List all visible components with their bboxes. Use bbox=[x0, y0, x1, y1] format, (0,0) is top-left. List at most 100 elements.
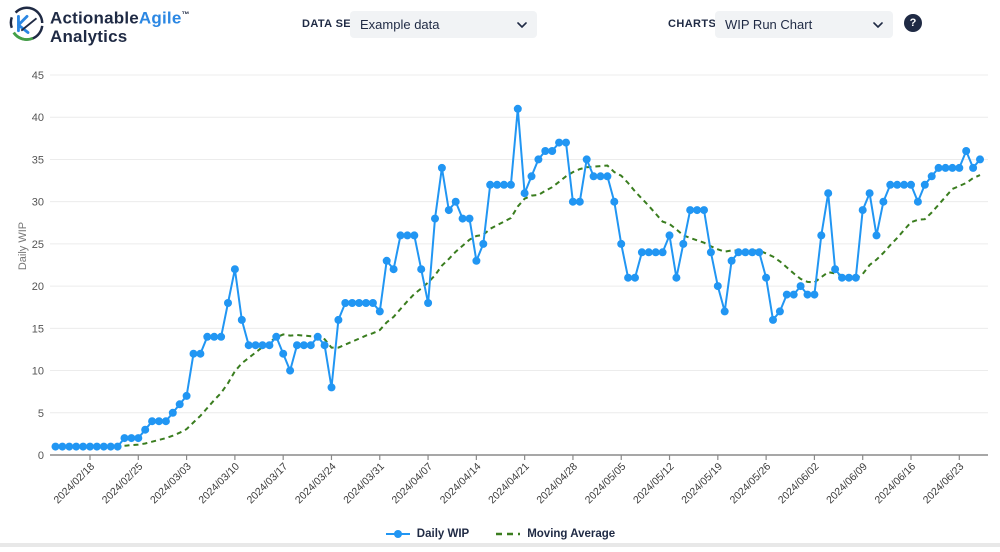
data-set-dropdown[interactable]: Example data bbox=[350, 11, 537, 38]
daily-wip-point[interactable] bbox=[224, 299, 232, 307]
daily-wip-point[interactable] bbox=[390, 265, 398, 273]
daily-wip-point[interactable] bbox=[259, 341, 267, 349]
daily-wip-point[interactable] bbox=[597, 172, 605, 180]
daily-wip-point[interactable] bbox=[196, 350, 204, 358]
daily-wip-point[interactable] bbox=[265, 341, 273, 349]
daily-wip-point[interactable] bbox=[659, 248, 667, 256]
daily-wip-point[interactable] bbox=[272, 333, 280, 341]
daily-wip-point[interactable] bbox=[100, 443, 108, 451]
daily-wip-points[interactable] bbox=[52, 105, 985, 451]
daily-wip-point[interactable] bbox=[914, 198, 922, 206]
daily-wip-point[interactable] bbox=[907, 181, 915, 189]
daily-wip-point[interactable] bbox=[279, 350, 287, 358]
daily-wip-point[interactable] bbox=[672, 274, 680, 282]
daily-wip-point[interactable] bbox=[928, 172, 936, 180]
daily-wip-point[interactable] bbox=[645, 248, 653, 256]
daily-wip-point[interactable] bbox=[314, 333, 322, 341]
daily-wip-point[interactable] bbox=[507, 181, 515, 189]
daily-wip-point[interactable] bbox=[127, 434, 135, 442]
daily-wip-point[interactable] bbox=[948, 164, 956, 172]
daily-wip-point[interactable] bbox=[845, 274, 853, 282]
daily-wip-point[interactable] bbox=[176, 400, 184, 408]
daily-wip-point[interactable] bbox=[107, 443, 115, 451]
daily-wip-point[interactable] bbox=[362, 299, 370, 307]
daily-wip-point[interactable] bbox=[762, 274, 770, 282]
daily-wip-point[interactable] bbox=[183, 392, 191, 400]
daily-wip-point[interactable] bbox=[376, 307, 384, 315]
daily-wip-point[interactable] bbox=[452, 198, 460, 206]
daily-wip-point[interactable] bbox=[962, 147, 970, 155]
daily-wip-point[interactable] bbox=[493, 181, 501, 189]
daily-wip-point[interactable] bbox=[410, 231, 418, 239]
daily-wip-point[interactable] bbox=[293, 341, 301, 349]
daily-wip-point[interactable] bbox=[976, 155, 984, 163]
daily-wip-point[interactable] bbox=[348, 299, 356, 307]
daily-wip-point[interactable] bbox=[873, 231, 881, 239]
daily-wip-point[interactable] bbox=[679, 240, 687, 248]
daily-wip-point[interactable] bbox=[797, 282, 805, 290]
daily-wip-point[interactable] bbox=[879, 198, 887, 206]
daily-wip-point[interactable] bbox=[893, 181, 901, 189]
daily-wip-point[interactable] bbox=[942, 164, 950, 172]
daily-wip-point[interactable] bbox=[617, 240, 625, 248]
daily-wip-point[interactable] bbox=[721, 307, 729, 315]
daily-wip-point[interactable] bbox=[817, 231, 825, 239]
daily-wip-point[interactable] bbox=[583, 155, 591, 163]
help-button[interactable]: ? bbox=[904, 14, 922, 32]
daily-wip-point[interactable] bbox=[169, 409, 177, 417]
daily-wip-point[interactable] bbox=[831, 265, 839, 273]
legend-item-daily-wip[interactable]: Daily WIP bbox=[385, 528, 469, 540]
daily-wip-point[interactable] bbox=[472, 257, 480, 265]
daily-wip-point[interactable] bbox=[65, 443, 73, 451]
daily-wip-point[interactable] bbox=[886, 181, 894, 189]
daily-wip-point[interactable] bbox=[252, 341, 260, 349]
daily-wip-point[interactable] bbox=[479, 240, 487, 248]
daily-wip-point[interactable] bbox=[838, 274, 846, 282]
daily-wip-point[interactable] bbox=[86, 443, 94, 451]
daily-wip-point[interactable] bbox=[700, 206, 708, 214]
daily-wip-point[interactable] bbox=[955, 164, 963, 172]
daily-wip-point[interactable] bbox=[58, 443, 66, 451]
daily-wip-point[interactable] bbox=[300, 341, 308, 349]
daily-wip-point[interactable] bbox=[93, 443, 101, 451]
daily-wip-point[interactable] bbox=[466, 215, 474, 223]
daily-wip-point[interactable] bbox=[403, 231, 411, 239]
daily-wip-point[interactable] bbox=[445, 206, 453, 214]
daily-wip-point[interactable] bbox=[134, 434, 142, 442]
daily-wip-point[interactable] bbox=[555, 139, 563, 147]
daily-wip-point[interactable] bbox=[286, 367, 294, 375]
daily-wip-point[interactable] bbox=[534, 155, 542, 163]
daily-wip-point[interactable] bbox=[728, 257, 736, 265]
daily-wip-point[interactable] bbox=[810, 291, 818, 299]
legend-item-moving-average[interactable]: Moving Average bbox=[495, 528, 615, 540]
daily-wip-point[interactable] bbox=[141, 426, 149, 434]
daily-wip-point[interactable] bbox=[459, 215, 467, 223]
daily-wip-point[interactable] bbox=[203, 333, 211, 341]
daily-wip-point[interactable] bbox=[562, 139, 570, 147]
daily-wip-point[interactable] bbox=[935, 164, 943, 172]
daily-wip-point[interactable] bbox=[397, 231, 405, 239]
daily-wip-point[interactable] bbox=[790, 291, 798, 299]
daily-wip-point[interactable] bbox=[528, 172, 536, 180]
daily-wip-point[interactable] bbox=[783, 291, 791, 299]
daily-wip-point[interactable] bbox=[72, 443, 80, 451]
daily-wip-point[interactable] bbox=[576, 198, 584, 206]
daily-wip-point[interactable] bbox=[748, 248, 756, 256]
daily-wip-point[interactable] bbox=[714, 282, 722, 290]
daily-wip-point[interactable] bbox=[969, 164, 977, 172]
daily-wip-point[interactable] bbox=[707, 248, 715, 256]
daily-wip-point[interactable] bbox=[217, 333, 225, 341]
daily-wip-point[interactable] bbox=[355, 299, 363, 307]
daily-wip-point[interactable] bbox=[190, 350, 198, 358]
daily-wip-point[interactable] bbox=[500, 181, 508, 189]
daily-wip-point[interactable] bbox=[307, 341, 315, 349]
daily-wip-point[interactable] bbox=[114, 443, 122, 451]
daily-wip-point[interactable] bbox=[631, 274, 639, 282]
daily-wip-point[interactable] bbox=[438, 164, 446, 172]
daily-wip-point[interactable] bbox=[652, 248, 660, 256]
daily-wip-point[interactable] bbox=[755, 248, 763, 256]
daily-wip-point[interactable] bbox=[859, 206, 867, 214]
daily-wip-point[interactable] bbox=[210, 333, 218, 341]
daily-wip-point[interactable] bbox=[383, 257, 391, 265]
daily-wip-point[interactable] bbox=[603, 172, 611, 180]
